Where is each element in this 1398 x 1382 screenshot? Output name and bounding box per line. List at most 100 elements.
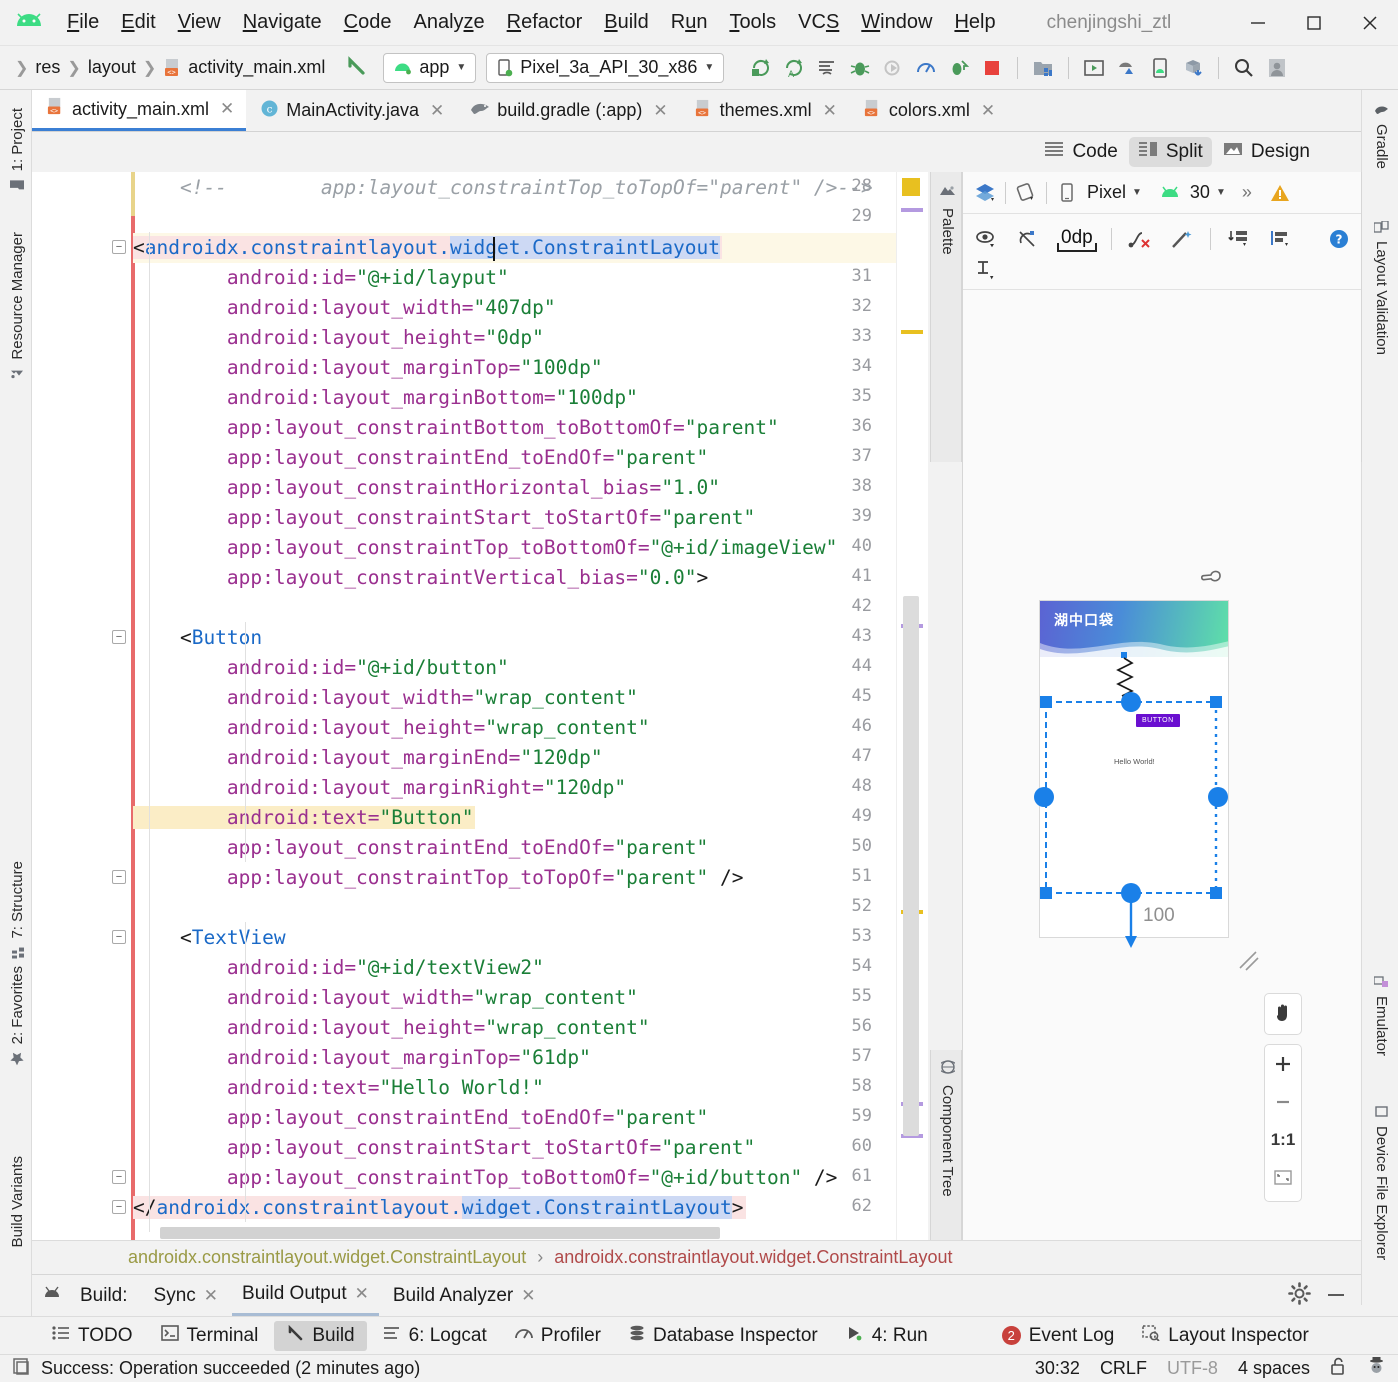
tab-close-icon[interactable]: ✕ [521,1286,535,1306]
tool-window-database-inspector[interactable]: Database Inspector [617,1321,830,1351]
avd-manager-icon[interactable] [1079,53,1109,83]
hector-inspection-icon[interactable] [1367,1356,1386,1381]
tab-close-icon[interactable]: ✕ [981,101,995,121]
vertical-scrollbar-thumb[interactable] [903,596,919,1136]
gradle-sync-icon[interactable] [1178,53,1208,83]
code-fold-toggle[interactable]: − [112,930,126,944]
tool-window-build[interactable]: Build [274,1320,367,1351]
tab-palette[interactable]: Palette [939,184,956,255]
sidebar-item-structure[interactable]: 7: Structure [7,855,28,965]
device-config-label[interactable]: Pixel [1087,182,1126,203]
marker-warning[interactable] [902,178,920,196]
notification-icon[interactable] [12,1357,31,1381]
code-fold-toggle[interactable]: − [112,630,126,644]
zoom-actual-button[interactable]: 1:1 [1264,1121,1302,1159]
magic-wand-icon[interactable] [1168,225,1196,253]
pan-tool-button[interactable] [1264,994,1302,1032]
profile-icon[interactable] [911,53,941,83]
preview-button[interactable]: BUTTON [1136,714,1180,727]
sidebar-item-device-file-explorer[interactable]: Device File Explorer [1371,1100,1392,1266]
menu-run[interactable]: Run [660,8,719,37]
back-navigation-icon[interactable] [343,52,369,83]
tab-themes-xml[interactable]: <> themes.xml ✕ [680,90,849,131]
preview-hello-text[interactable]: Hello World! [1114,757,1155,766]
tab-close-icon[interactable]: ✕ [204,1286,218,1306]
zoom-out-button[interactable] [1264,1083,1302,1121]
align-icon[interactable] [1267,225,1295,253]
code-fold-toggle[interactable]: − [112,240,126,254]
menu-analyze[interactable]: Analyze [402,8,495,37]
tool-window-run[interactable]: 4: Run [834,1321,940,1351]
design-settings-wrench-icon[interactable] [1200,568,1222,597]
menu-code[interactable]: Code [333,8,403,37]
tool-window-event-log[interactable]: 2 Event Log [990,1321,1127,1351]
breadcrumb-parent[interactable]: androidx.constraintlayout.widget.Constra… [128,1247,526,1268]
menu-view[interactable]: View [167,8,232,37]
account-icon[interactable] [1262,53,1292,83]
horizontal-scrollbar[interactable] [160,1227,720,1239]
tool-window-todo[interactable]: TODO [40,1321,145,1351]
view-mode-code[interactable]: Code [1035,137,1126,167]
sidebar-item-build-variants[interactable]: Build Variants [7,1150,28,1253]
apply-changes-icon[interactable] [944,53,974,83]
build-tab-build-output[interactable]: Build Output ✕ [232,1276,379,1316]
overflow-label[interactable]: » [1242,182,1252,203]
menu-tools[interactable]: Tools [718,8,787,37]
zoom-in-button[interactable] [1264,1045,1302,1083]
menu-refactor[interactable]: Refactor [496,8,594,37]
autoconnect-off-icon[interactable] [1015,225,1043,253]
step-over-icon[interactable] [812,53,842,83]
build-tab-build-analyzer[interactable]: Build Analyzer ✕ [383,1276,546,1316]
clear-constraints-icon[interactable] [1126,225,1154,253]
rotate-device-icon[interactable] [1012,179,1040,207]
marker-caret[interactable] [901,330,923,334]
code-fold-toggle[interactable]: − [112,870,126,884]
line-separator[interactable]: CRLF [1100,1358,1147,1379]
guidelines-icon[interactable] [973,257,1001,285]
device-selector[interactable]: Pixel_3a_API_30_x86 ▼ [486,52,725,83]
tab-component-tree[interactable]: Component Tree [937,1060,958,1197]
chevron-down-icon[interactable]: ▼ [1132,187,1142,198]
tab-close-icon[interactable]: ✕ [823,101,837,121]
sidebar-item-project[interactable]: 1: Project [7,102,28,197]
menu-navigate[interactable]: Navigate [232,8,333,37]
minimize-icon[interactable] [1325,1287,1347,1305]
device-manager-icon[interactable] [1145,53,1175,83]
module-selector[interactable]: app ▼ [383,52,477,83]
tab-close-icon[interactable]: ✕ [220,99,234,119]
editor-gutter[interactable] [32,172,133,1240]
chevron-down-icon[interactable]: ▼ [1216,187,1226,198]
tab-close-icon[interactable]: ✕ [355,1284,369,1304]
maximize-button[interactable] [1286,2,1342,44]
breadcrumb-current[interactable]: androidx.constraintlayout.widget.Constra… [554,1247,952,1268]
code-fold-toggle[interactable]: − [112,1170,126,1184]
menu-vcs[interactable]: VCS [787,8,850,37]
default-margin-field[interactable]: 0dp [1057,227,1097,252]
menu-build[interactable]: Build [593,8,659,37]
project-structure-icon[interactable] [1028,53,1058,83]
editor-marker-strip[interactable] [896,172,928,1240]
tab-activity-main-xml[interactable]: <> activity_main.xml ✕ [32,90,247,131]
unlocked-icon[interactable] [1330,1357,1347,1381]
menu-window[interactable]: Window [850,8,943,37]
indent-setting[interactable]: 4 spaces [1238,1358,1310,1379]
close-button[interactable] [1342,2,1398,44]
tool-window-layout-inspector[interactable]: Layout Inspector [1130,1321,1320,1351]
rerun-auto-icon[interactable]: A [779,53,809,83]
view-mode-split[interactable]: Split [1128,137,1212,167]
tool-window-logcat[interactable]: 6: Logcat [371,1321,499,1351]
pan-tool-button-wrap[interactable] [1264,993,1302,1035]
rerun-icon[interactable] [746,53,776,83]
api-level-label[interactable]: 30 [1190,182,1210,203]
sidebar-item-gradle[interactable]: Gradle [1371,98,1392,175]
eye-icon[interactable] [973,225,1001,253]
file-encoding[interactable]: UTF-8 [1167,1358,1218,1379]
breadcrumb-layout[interactable]: layout [88,57,136,78]
view-mode-design[interactable]: Design [1214,137,1319,167]
device-preview[interactable]: 湖中口袋 BUTTON Hello World! [1039,600,1229,938]
tool-window-terminal[interactable]: Terminal [149,1321,271,1351]
stop-icon[interactable] [977,53,1007,83]
sidebar-item-layout-validation[interactable]: Layout Validation [1371,215,1392,361]
warning-triangle-icon[interactable] [1266,179,1294,207]
sidebar-item-favorites[interactable]: 2: Favorites [7,960,28,1071]
